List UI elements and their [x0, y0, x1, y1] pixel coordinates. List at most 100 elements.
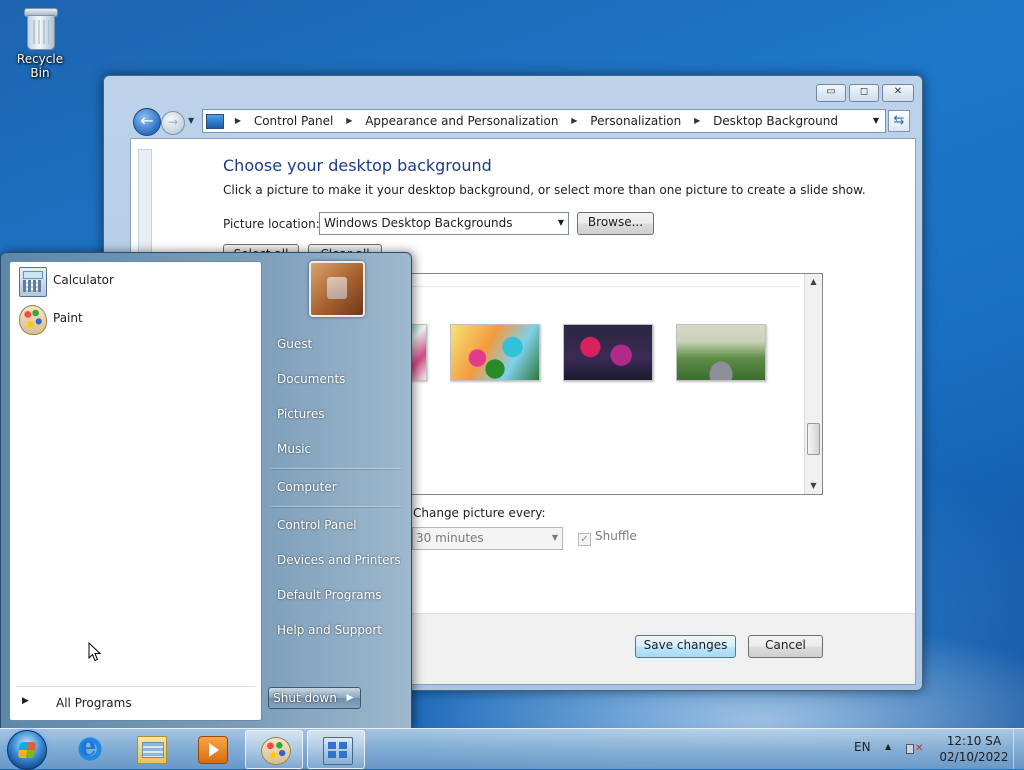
- shuffle-label: Shuffle: [595, 529, 637, 543]
- start-menu: Calculator Paint ▶ All Programs Guest Do…: [0, 252, 412, 729]
- start-item-devices-printers[interactable]: Devices and Printers: [271, 548, 406, 572]
- forward-arrow-icon: →: [167, 115, 179, 129]
- minimize-button[interactable]: ▭: [816, 84, 846, 102]
- chevron-right-icon: ▶: [22, 696, 29, 706]
- language-indicator[interactable]: EN: [854, 740, 871, 754]
- page-title: Choose your desktop background: [223, 156, 492, 175]
- program-paint[interactable]: Paint: [12, 301, 257, 337]
- start-item-documents[interactable]: Documents: [271, 367, 406, 391]
- taskbar-paint[interactable]: [245, 730, 303, 769]
- all-programs-label: All Programs: [56, 696, 132, 710]
- chevron-right-icon[interactable]: ▶: [235, 110, 241, 132]
- program-calculator[interactable]: Calculator: [12, 263, 257, 299]
- scrollbar-thumb[interactable]: [807, 423, 820, 455]
- save-changes-button[interactable]: Save changes: [635, 635, 736, 658]
- address-dropdown-icon[interactable]: ▼: [873, 110, 879, 132]
- cancel-button[interactable]: Cancel: [748, 635, 823, 658]
- start-item-label: Documents: [277, 372, 346, 386]
- picture-location-select[interactable]: Windows Desktop Backgrounds ▼: [319, 212, 569, 235]
- paint-icon: [261, 737, 291, 765]
- show-hidden-icons-icon[interactable]: ▲: [885, 742, 891, 751]
- navigation-bar: ← → ▼ ▶ Control Panel ▶ Appearance and P…: [130, 107, 916, 136]
- taskbar: EN ▲ 12:10 SA 02/10/2022: [0, 728, 1024, 770]
- windows-explorer-icon: [137, 736, 167, 764]
- recent-pages-dropdown[interactable]: ▼: [188, 116, 194, 125]
- taskbar-internet-explorer[interactable]: [61, 730, 117, 767]
- volume-muted-icon[interactable]: [905, 740, 923, 756]
- recycle-bin-label: Recycle Bin: [16, 52, 64, 80]
- system-clock[interactable]: 12:10 SA 02/10/2022: [934, 733, 1014, 765]
- checkmark-icon: ✓: [578, 533, 591, 546]
- breadcrumb-control-panel[interactable]: Control Panel: [254, 110, 334, 132]
- show-desktop-button[interactable]: [1013, 729, 1024, 769]
- start-menu-programs-pane: Calculator Paint ▶ All Programs: [9, 261, 262, 721]
- media-player-icon: [198, 736, 228, 764]
- shuffle-checkbox[interactable]: ✓ Shuffle: [578, 529, 637, 546]
- browse-button[interactable]: Browse...: [577, 212, 654, 235]
- minimize-icon: ▭: [826, 86, 836, 97]
- shutdown-options-button[interactable]: ▶: [340, 687, 361, 709]
- paint-icon: [19, 305, 47, 335]
- shutdown-button[interactable]: Shut down: [268, 687, 342, 709]
- control-panel-icon: [206, 114, 224, 129]
- refresh-icon: ⇆: [893, 113, 905, 128]
- forward-button[interactable]: →: [161, 111, 185, 135]
- breadcrumb-appearance[interactable]: Appearance and Personalization: [365, 110, 558, 132]
- back-arrow-icon: ←: [140, 111, 154, 130]
- change-picture-label: Change picture every:: [413, 506, 546, 520]
- start-item-label: Guest: [277, 337, 313, 351]
- start-item-label: Devices and Printers: [277, 553, 401, 567]
- start-item-label: Help and Support: [277, 623, 382, 637]
- control-panel-icon: [323, 737, 353, 765]
- picture-gallery: ▲ ▼: [383, 273, 823, 495]
- taskbar-windows-explorer[interactable]: [122, 730, 178, 767]
- breadcrumb-desktop-background[interactable]: Desktop Background: [713, 110, 838, 132]
- scroll-up-icon[interactable]: ▲: [805, 274, 822, 290]
- program-label: Paint: [53, 311, 83, 325]
- wallpaper-thumbnail[interactable]: [450, 324, 540, 381]
- chevron-down-icon: ▼: [557, 218, 564, 227]
- chevron-right-icon: ▶: [346, 693, 354, 703]
- start-item-label: Default Programs: [277, 588, 382, 602]
- start-item-computer[interactable]: Computer: [271, 475, 406, 499]
- maximize-icon: ◻: [859, 86, 869, 97]
- start-item-label: Music: [277, 442, 312, 456]
- recycle-bin-icon: [22, 6, 58, 50]
- change-picture-select[interactable]: 30 minutes ▼: [412, 527, 563, 550]
- start-item-default-programs[interactable]: Default Programs: [271, 583, 406, 607]
- chevron-right-icon[interactable]: ▶: [694, 110, 700, 132]
- start-item-music[interactable]: Music: [271, 437, 406, 461]
- breadcrumb-personalization[interactable]: Personalization: [590, 110, 681, 132]
- start-item-help-support[interactable]: Help and Support: [271, 618, 406, 642]
- start-item-label: Control Panel: [277, 518, 357, 532]
- taskbar-control-panel[interactable]: [307, 730, 365, 769]
- start-button[interactable]: [7, 730, 47, 770]
- program-label: Calculator: [53, 273, 114, 287]
- all-programs-button[interactable]: ▶ All Programs: [16, 692, 256, 714]
- chevron-right-icon[interactable]: ▶: [346, 110, 352, 132]
- picture-location-label: Picture location:: [223, 217, 320, 231]
- picture-location-value: Windows Desktop Backgrounds: [324, 216, 513, 230]
- calculator-icon: [19, 267, 47, 297]
- scroll-down-icon[interactable]: ▼: [805, 478, 822, 494]
- start-item-label: Computer: [277, 480, 337, 494]
- start-item-control-panel[interactable]: Control Panel: [271, 513, 406, 537]
- chevron-right-icon[interactable]: ▶: [571, 110, 577, 132]
- taskbar-media-player[interactable]: [183, 730, 239, 767]
- internet-explorer-icon: [76, 732, 104, 762]
- chevron-down-icon: ▼: [551, 533, 558, 542]
- user-picture[interactable]: [309, 261, 365, 317]
- refresh-button[interactable]: ⇆: [888, 110, 910, 132]
- change-picture-value: 30 minutes: [416, 531, 484, 545]
- back-button[interactable]: ←: [133, 108, 161, 136]
- gallery-scrollbar[interactable]: ▲ ▼: [804, 274, 822, 494]
- close-button[interactable]: ✕: [882, 84, 914, 102]
- address-bar[interactable]: ▶ Control Panel ▶ Appearance and Persona…: [202, 109, 886, 133]
- start-item-pictures[interactable]: Pictures: [271, 402, 406, 426]
- maximize-button[interactable]: ◻: [849, 84, 879, 102]
- start-item-guest[interactable]: Guest: [271, 332, 406, 356]
- recycle-bin[interactable]: Recycle Bin: [6, 6, 74, 80]
- wallpaper-thumbnail[interactable]: [563, 324, 653, 381]
- page-description: Click a picture to make it your desktop …: [223, 183, 866, 197]
- wallpaper-thumbnail[interactable]: [676, 324, 766, 381]
